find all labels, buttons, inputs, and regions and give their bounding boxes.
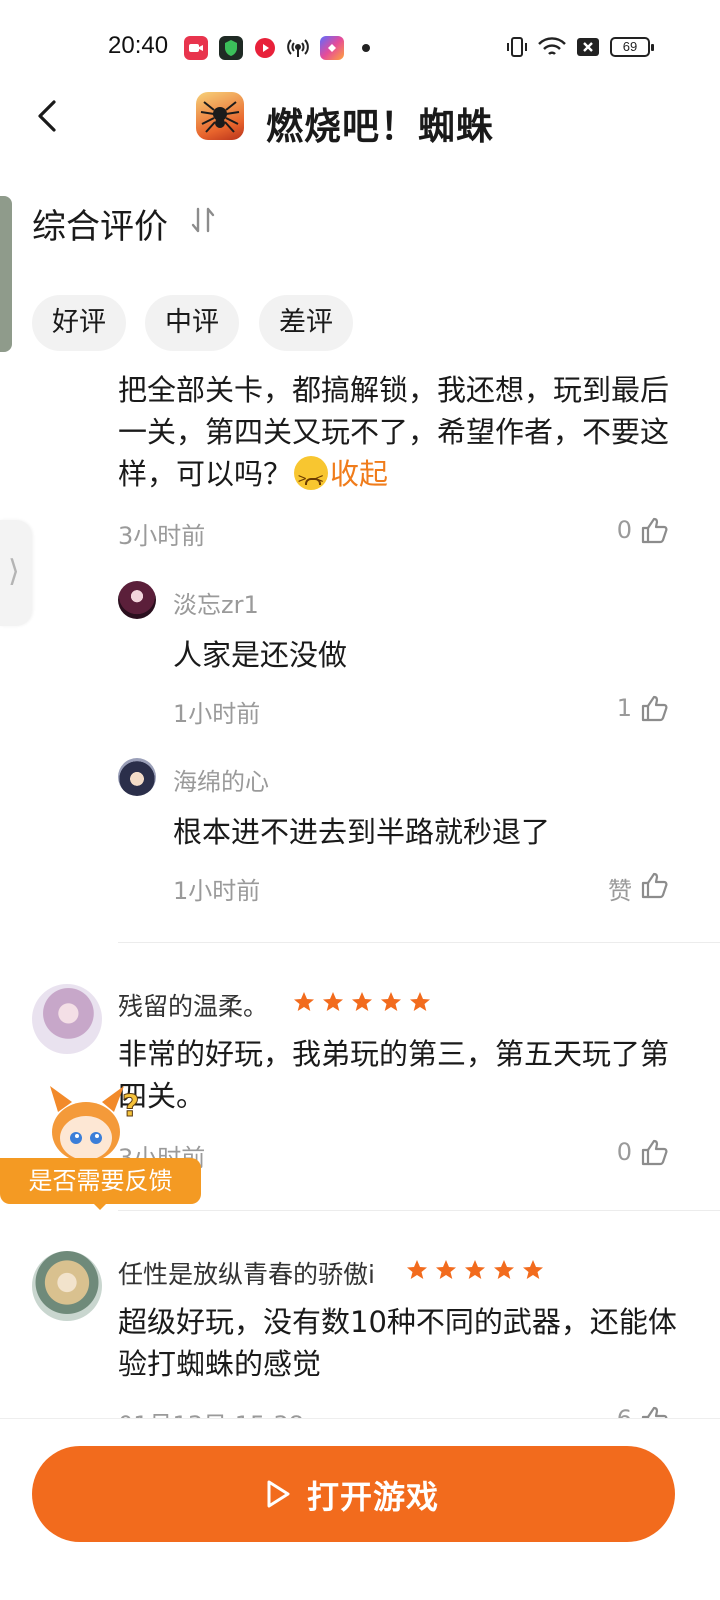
no-sim-icon bbox=[576, 34, 600, 60]
wifi-icon bbox=[536, 34, 568, 60]
status-time: 20:40 bbox=[108, 32, 169, 59]
section-title: 综合评价 bbox=[32, 207, 168, 247]
reply-text: 根本进不进去到半路就秒退了 bbox=[173, 815, 551, 849]
edge-expand-tab[interactable]: ⟩ bbox=[0, 520, 32, 626]
like-count: 0 bbox=[616, 516, 632, 544]
divider bbox=[118, 942, 720, 943]
open-game-label: 打开游戏 bbox=[307, 1478, 440, 1516]
review-text: 非常的好玩，我弟玩的第三，第五天玩了第四关。 bbox=[118, 1037, 670, 1113]
thumbs-up-icon[interactable] bbox=[640, 515, 670, 545]
video-app-icon bbox=[253, 36, 277, 60]
star-rating bbox=[405, 1258, 545, 1284]
avatar[interactable] bbox=[118, 581, 156, 619]
vibrate-icon bbox=[506, 34, 528, 60]
notification-dot bbox=[362, 44, 370, 52]
star-icon bbox=[494, 1260, 514, 1279]
review-text-expanded: 把全部关卡，都搞解锁，我还想，玩到最后一关，第四关又玩不了，希望作者，不要这样，… bbox=[118, 369, 678, 500]
filter-positive[interactable]: 好评 bbox=[32, 295, 126, 351]
sort-icon[interactable] bbox=[190, 205, 216, 235]
chevron-right-icon: ⟩ bbox=[8, 554, 20, 589]
like-label: 赞 bbox=[608, 877, 632, 905]
review-text: 超级好玩，没有数10种不同的武器，还能体验打蜘蛛的感觉 bbox=[118, 1305, 677, 1381]
review-time: 3小时前 bbox=[118, 522, 206, 550]
star-icon bbox=[407, 1260, 427, 1279]
review-username[interactable]: 残留的温柔。 bbox=[118, 987, 268, 1023]
shortcut-app-icon bbox=[320, 36, 344, 60]
review-body: 把全部关卡，都搞解锁，我还想，玩到最后一关，第四关又玩不了，希望作者，不要这样，… bbox=[118, 373, 670, 491]
star-rating bbox=[292, 990, 432, 1016]
page-title: 燃烧吧！蜘蛛 bbox=[266, 105, 494, 148]
filter-neutral[interactable]: 中评 bbox=[145, 295, 239, 351]
security-shield-icon bbox=[219, 36, 243, 60]
thumbs-up-icon[interactable] bbox=[640, 1137, 670, 1167]
hotspot-icon bbox=[286, 36, 310, 60]
reply-time: 1小时前 bbox=[173, 700, 261, 728]
app-logo-icon bbox=[196, 92, 244, 140]
collapse-link[interactable]: 收起 bbox=[330, 457, 388, 491]
screen-record-icon bbox=[184, 36, 208, 60]
reply-username[interactable]: 海绵的心 bbox=[173, 762, 269, 797]
battery-icon: 69 bbox=[610, 37, 654, 57]
like-count: 1 bbox=[616, 694, 632, 722]
review-username[interactable]: 任性是放纵青春的骄傲i bbox=[118, 1255, 375, 1291]
star-icon bbox=[323, 992, 343, 1011]
thumbs-up-icon[interactable] bbox=[640, 870, 670, 900]
star-icon bbox=[294, 992, 314, 1011]
feedback-mascot-icon[interactable]: ? bbox=[44, 1082, 144, 1166]
star-icon bbox=[523, 1260, 543, 1279]
reply-time: 1小时前 bbox=[173, 877, 261, 905]
star-icon bbox=[381, 992, 401, 1011]
reply-username[interactable]: 淡忘zr1 bbox=[173, 585, 259, 620]
reply-text: 人家是还没做 bbox=[173, 638, 348, 672]
divider bbox=[118, 1210, 720, 1211]
feedback-pointer bbox=[92, 1202, 108, 1210]
svg-text:?: ? bbox=[122, 1089, 139, 1124]
like-count: 0 bbox=[616, 1138, 632, 1166]
avatar[interactable] bbox=[32, 1251, 102, 1321]
filter-negative[interactable]: 差评 bbox=[259, 295, 353, 351]
back-arrow-icon[interactable] bbox=[28, 96, 68, 136]
star-icon bbox=[352, 992, 372, 1011]
star-icon bbox=[465, 1260, 485, 1279]
tired-face-icon bbox=[294, 456, 329, 500]
star-icon bbox=[410, 992, 430, 1011]
play-icon bbox=[264, 1478, 292, 1510]
avatar[interactable] bbox=[32, 984, 102, 1054]
avatar[interactable] bbox=[118, 758, 156, 796]
feedback-button[interactable]: 是否需要反馈 bbox=[0, 1158, 201, 1204]
side-handle[interactable] bbox=[0, 196, 12, 352]
star-icon bbox=[436, 1260, 456, 1279]
thumbs-up-icon[interactable] bbox=[640, 693, 670, 723]
status-bar: 20:40 69 bbox=[0, 0, 720, 95]
